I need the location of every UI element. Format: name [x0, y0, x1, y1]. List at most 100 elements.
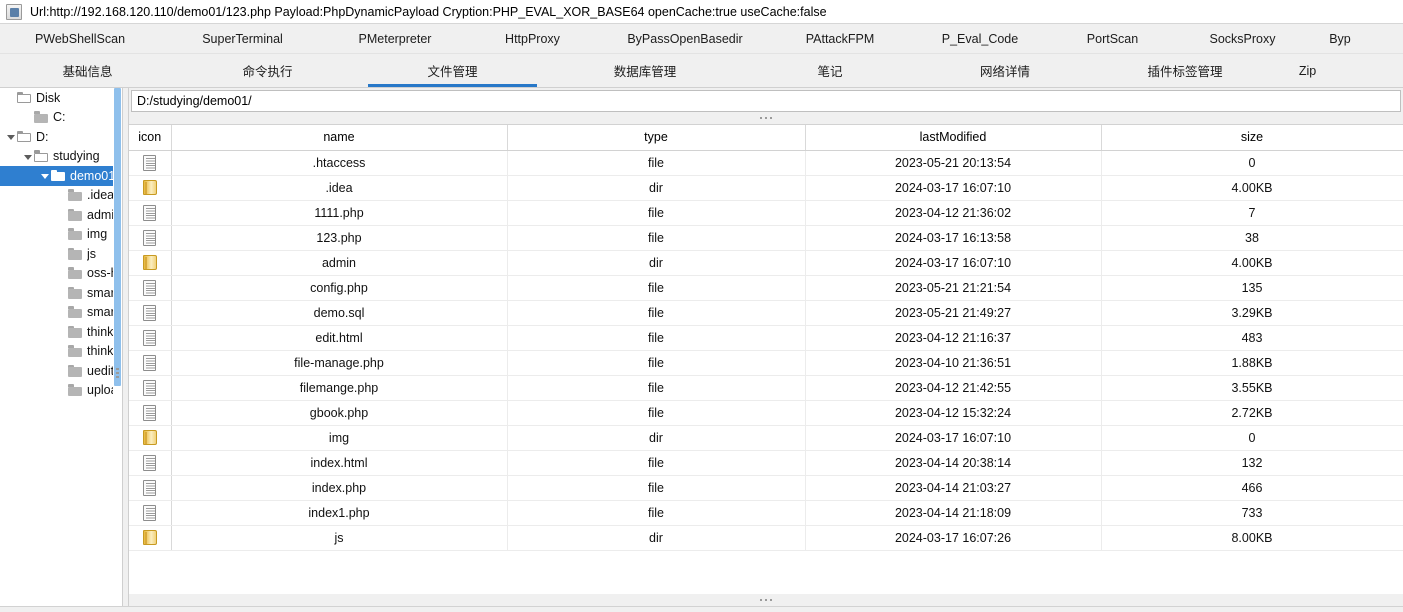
sidebar-scrollbar-thumb[interactable]: [114, 88, 121, 386]
function-tab-bar: 基础信息 命令执行 文件管理 数据库管理 笔记 网络详情 插件标签管理 Zip: [0, 54, 1403, 88]
panel-splitter[interactable]: [122, 88, 129, 606]
file-icon: [143, 154, 157, 171]
folder-open-icon: [17, 91, 32, 104]
cell-lastmodified: 2023-05-21 20:13:54: [805, 150, 1102, 176]
tab-httpproxy[interactable]: HttpProxy: [465, 24, 600, 53]
cell-lastmodified: 2024-03-17 16:07:26: [805, 525, 1102, 551]
folder-icon: [68, 306, 83, 319]
tab-socksproxy[interactable]: SocksProxy: [1175, 24, 1310, 53]
cell-name: img: [171, 425, 508, 451]
table-row[interactable]: demo.sql file 2023-05-21 21:49:27 3.29KB: [129, 300, 1403, 326]
tree-item-studying[interactable]: studying: [0, 147, 122, 167]
path-input[interactable]: D:/studying/demo01/: [131, 90, 1401, 112]
folder-icon: [68, 384, 83, 397]
tab-pmeterpreter[interactable]: PMeterpreter: [325, 24, 465, 53]
table-row[interactable]: img dir 2024-03-17 16:07:10 0: [129, 425, 1403, 451]
folder-open-icon: [51, 169, 66, 182]
column-header-name[interactable]: name: [171, 125, 508, 151]
table-row[interactable]: js dir 2024-03-17 16:07:26 8.00KB: [129, 525, 1403, 551]
tree-item-D[interactable]: D:: [0, 127, 122, 147]
column-header-lastmodified[interactable]: lastModified: [805, 125, 1102, 151]
tree-item-idea[interactable]: .idea: [0, 186, 122, 206]
tree-item-label: .idea: [87, 188, 115, 203]
tab-1[interactable]: 命令执行: [175, 54, 360, 87]
tab-bypassopenbasedir[interactable]: ByPassOpenBasedir: [600, 24, 770, 53]
table-row[interactable]: index.php file 2023-04-14 21:03:27 466: [129, 475, 1403, 501]
tree-item-C[interactable]: C:: [0, 108, 122, 128]
chevron-down-icon[interactable]: [38, 169, 51, 182]
table-row[interactable]: .idea dir 2024-03-17 16:07:10 4.00KB: [129, 175, 1403, 201]
tree-item-admin[interactable]: admin: [0, 205, 122, 225]
tab-label: 网络详情: [979, 65, 1030, 79]
cell-name: admin: [171, 250, 508, 276]
sidebar-scrollbar-grip[interactable]: [115, 368, 119, 382]
table-row[interactable]: index1.php file 2023-04-14 21:18:09 733: [129, 500, 1403, 526]
tab-0[interactable]: 基础信息: [0, 54, 175, 87]
tree-item-upload[interactable]: upload: [0, 381, 122, 401]
tab-label: SuperTerminal: [202, 31, 283, 46]
table-row[interactable]: admin dir 2024-03-17 16:07:10 4.00KB: [129, 250, 1403, 276]
sidebar-scrollbar[interactable]: [113, 88, 122, 606]
tab-6[interactable]: 插件标签管理: [1095, 54, 1275, 87]
tab-2[interactable]: 文件管理: [360, 54, 545, 87]
cell-name: 1111.php: [171, 200, 508, 226]
column-header-icon[interactable]: icon: [129, 125, 172, 151]
column-header-type[interactable]: type: [507, 125, 806, 151]
table-toolbar-splitter[interactable]: [129, 594, 1403, 606]
cell-type: dir: [507, 175, 806, 201]
window-title: Url:http://192.168.120.110/demo01/123.ph…: [30, 4, 827, 19]
tree-item-smarty[interactable]: smarty: [0, 283, 122, 303]
folder-icon: [34, 111, 49, 124]
tab-3[interactable]: 数据库管理: [545, 54, 745, 87]
table-row[interactable]: gbook.php file 2023-04-12 15:32:24 2.72KB: [129, 400, 1403, 426]
tab-pwebshellscan[interactable]: PWebShellScan: [0, 24, 160, 53]
tree-item-label: js: [87, 246, 97, 261]
cell-icon: [129, 325, 172, 351]
file-table: icon name type lastModified size .htacce…: [129, 125, 1403, 551]
table-row[interactable]: index.html file 2023-04-14 20:38:14 132: [129, 450, 1403, 476]
chevron-down-icon[interactable]: [21, 150, 34, 163]
cell-lastmodified: 2023-04-14 21:03:27: [805, 475, 1102, 501]
tab-superterminal[interactable]: SuperTerminal: [160, 24, 325, 53]
table-row[interactable]: config.php file 2023-05-21 21:21:54 135: [129, 275, 1403, 301]
cell-type: dir: [507, 250, 806, 276]
tab-5[interactable]: 网络详情: [915, 54, 1095, 87]
tree-item-demo01[interactable]: demo01: [0, 166, 122, 186]
tab-label: Byp: [1329, 31, 1351, 46]
tab-pattackfpm[interactable]: PAttackFPM: [770, 24, 910, 53]
tree-item-ueditor[interactable]: ueditor: [0, 361, 122, 381]
plugin-tab-bar: PWebShellScan SuperTerminal PMeterpreter Ht…: [0, 24, 1403, 54]
chevron-down-icon[interactable]: [4, 130, 17, 143]
table-row[interactable]: 123.php file 2024-03-17 16:13:58 38: [129, 225, 1403, 251]
cell-size: 135: [1101, 275, 1403, 301]
tree-item-thinkp[interactable]: thinkp: [0, 342, 122, 362]
tab-label: PAttackFPM: [805, 31, 875, 46]
tab-7[interactable]: Zip: [1275, 54, 1340, 87]
tab-4[interactable]: 笔记: [745, 54, 915, 87]
path-table-splitter[interactable]: [129, 112, 1403, 124]
table-row[interactable]: edit.html file 2023-04-12 21:16:37 483: [129, 325, 1403, 351]
tree-item-ossh5[interactable]: oss-h5: [0, 264, 122, 284]
tab-portscan[interactable]: PortScan: [1050, 24, 1175, 53]
column-header-size[interactable]: size: [1101, 125, 1403, 151]
folder-icon: [142, 430, 157, 446]
tab-byp[interactable]: Byp: [1310, 24, 1370, 53]
tab-p-eval-code[interactable]: P_Eval_Code: [910, 24, 1050, 53]
tree-item-Disk[interactable]: Disk: [0, 88, 122, 108]
tree-item-js[interactable]: js: [0, 244, 122, 264]
table-row[interactable]: 1111.php file 2023-04-12 21:36:02 7: [129, 200, 1403, 226]
tree-item-img[interactable]: img: [0, 225, 122, 245]
cell-icon: [129, 400, 172, 426]
table-row[interactable]: .htaccess file 2023-05-21 20:13:54 0: [129, 150, 1403, 176]
tree-item-smarty[interactable]: smarty: [0, 303, 122, 323]
tab-label: PortScan: [1086, 31, 1139, 46]
folder-icon: [68, 247, 83, 260]
file-manager-panel: D:/studying/demo01/ icon name type lastM…: [129, 88, 1403, 606]
folder-open-icon: [17, 130, 32, 143]
cell-size: 8.00KB: [1101, 525, 1403, 551]
table-row[interactable]: file-manage.php file 2023-04-10 21:36:51 1.…: [129, 350, 1403, 376]
table-row[interactable]: filemange.php file 2023-04-12 21:42:55 3.55…: [129, 375, 1403, 401]
tree-item-thinkp[interactable]: thinkp: [0, 322, 122, 342]
